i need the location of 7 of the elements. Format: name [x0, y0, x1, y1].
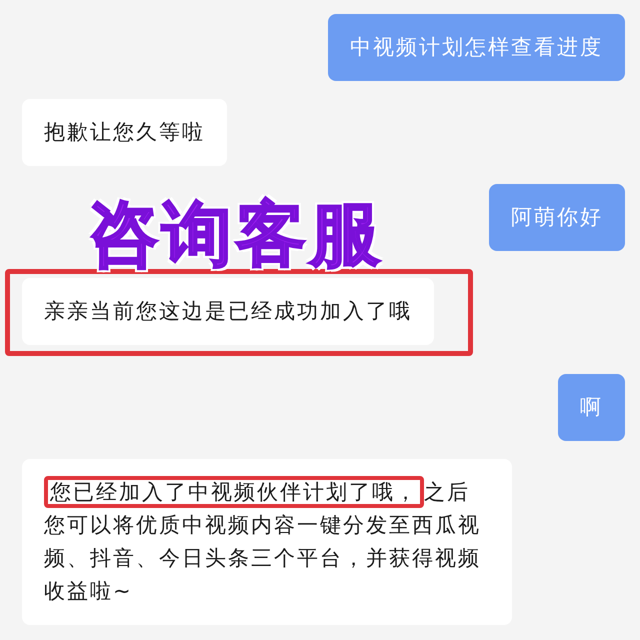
message-text: 阿萌你好 — [511, 204, 603, 231]
message-text: 啊 — [580, 394, 603, 421]
message-text: 亲亲当前您这边是已经成功加入了哦 — [44, 298, 412, 325]
message-text: 抱歉让您久等啦 — [44, 119, 205, 146]
annotation-heading: 咨询客服 — [88, 192, 384, 277]
message-text: 中视频计划怎样查看进度 — [350, 34, 603, 61]
message-text: 您已经加入了中视频伙伴计划了哦， 之后您可以将优质中视频内容一键分发至西瓜视频、抖音、今日头条三个平台，并获得视频收益啦~ — [44, 473, 490, 611]
